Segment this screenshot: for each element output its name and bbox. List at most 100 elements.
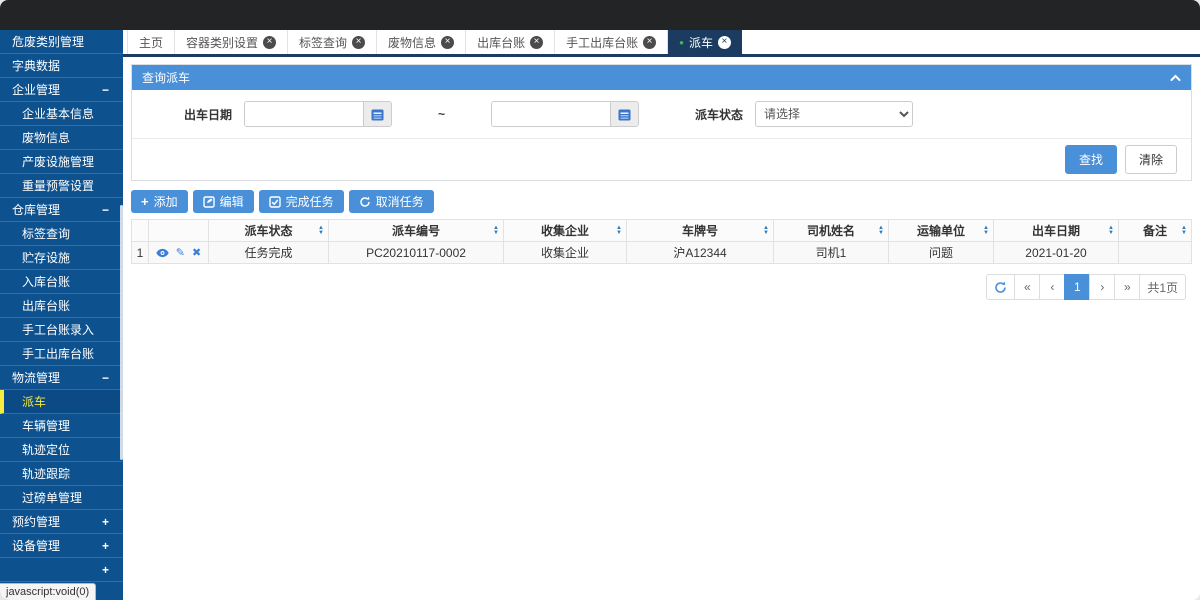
close-icon[interactable]: ×: [441, 36, 454, 49]
sidebar-item-label-query[interactable]: 标签查询: [0, 222, 123, 246]
sidebar-group-logistics[interactable]: 物流管理−: [0, 366, 123, 390]
cell-collect-company: 收集企业: [504, 242, 627, 264]
header-driver-name[interactable]: 司机姓名▲▼: [774, 220, 889, 242]
tab-container-category[interactable]: 容器类别设置×: [175, 30, 288, 54]
sort-icon[interactable]: ▲▼: [878, 226, 884, 236]
sort-icon[interactable]: ▲▼: [1181, 226, 1187, 236]
date-label: 出车日期: [184, 106, 232, 123]
sort-icon[interactable]: ▲▼: [318, 226, 324, 236]
sort-icon[interactable]: ▲▼: [1108, 226, 1114, 236]
date-from-group: [244, 101, 392, 127]
sort-icon[interactable]: ▲▼: [616, 226, 622, 236]
sort-icon[interactable]: ▲▼: [763, 226, 769, 236]
sidebar-item-vehicle-mgmt[interactable]: 车辆管理: [0, 414, 123, 438]
sidebar-item-manual-ledger-entry[interactable]: 手工台账录入: [0, 318, 123, 342]
date-from-input[interactable]: [245, 102, 363, 126]
chevron-up-icon[interactable]: [1170, 74, 1181, 82]
expand-plus-icon[interactable]: +: [102, 539, 109, 553]
page-next-button[interactable]: ›: [1089, 274, 1115, 300]
sidebar-item-label: 企业管理: [12, 81, 60, 98]
header-collect-company[interactable]: 收集企业▲▼: [504, 220, 627, 242]
sidebar-group-enterprise[interactable]: 企业管理 −: [0, 78, 123, 102]
dispatch-table: 派车状态▲▼ 派车编号▲▼ 收集企业▲▼ 车牌号▲▼ 司机姓名▲▼ 运输单位▲▼…: [131, 219, 1192, 264]
tab-manual-outbound-ledger[interactable]: 手工出库台账 ×: [555, 30, 668, 54]
tab-label: 标签查询: [299, 34, 347, 51]
sidebar-item-track-location[interactable]: 轨迹定位: [0, 438, 123, 462]
grid-toolbar: + 添加 编辑 完成任务 取消任务: [131, 190, 1192, 213]
cell-plate-no: 沪A12344: [627, 242, 774, 264]
sidebar-item-hazard-category[interactable]: 危废类别管理: [0, 30, 123, 54]
sidebar-item-enterprise-info[interactable]: 企业基本信息: [0, 102, 123, 126]
plus-icon: +: [141, 194, 149, 209]
refresh-button[interactable]: [986, 274, 1015, 300]
sidebar-item-storage-facility[interactable]: 贮存设施: [0, 246, 123, 270]
sidebar-item-dictionary[interactable]: 字典数据: [0, 54, 123, 78]
sidebar-item-label: 派车: [22, 393, 46, 410]
sidebar-item-label: 预约管理: [12, 513, 60, 530]
header-dispatch-status[interactable]: 派车状态▲▼: [209, 220, 329, 242]
date-to-input[interactable]: [492, 102, 610, 126]
sidebar-item-dispatch-active[interactable]: 派车: [0, 390, 123, 414]
close-icon[interactable]: ×: [718, 36, 731, 49]
sidebar-group-reservation[interactable]: 预约管理 +: [0, 510, 123, 534]
tab-waste-info[interactable]: 废物信息×: [377, 30, 466, 54]
page-last-button[interactable]: »: [1114, 274, 1140, 300]
close-icon[interactable]: ×: [352, 36, 365, 49]
sidebar-item-manual-outbound-ledger[interactable]: 手工出库台账: [0, 342, 123, 366]
tab-label: 手工出库台账: [566, 34, 638, 51]
sidebar-item-waste-facility[interactable]: 产废设施管理: [0, 150, 123, 174]
active-dot-icon: ●: [679, 38, 684, 47]
panel-title: 查询派车: [142, 69, 190, 86]
page-number-button[interactable]: 1: [1064, 274, 1090, 300]
edit-pencil-icon[interactable]: ✎: [176, 246, 185, 259]
sidebar-item-weight-warning[interactable]: 重量预警设置: [0, 174, 123, 198]
calendar-icon[interactable]: [363, 102, 391, 126]
header-transport-unit[interactable]: 运输单位▲▼: [889, 220, 994, 242]
search-button[interactable]: 查找: [1065, 145, 1117, 174]
sidebar-group-warehouse[interactable]: 仓库管理−: [0, 198, 123, 222]
expand-plus-icon[interactable]: +: [102, 563, 109, 577]
header-plate-no[interactable]: 车牌号▲▼: [627, 220, 774, 242]
calendar-icon[interactable]: [610, 102, 638, 126]
complete-task-button[interactable]: 完成任务: [259, 190, 344, 213]
sidebar-item-outbound-ledger[interactable]: 出库台账: [0, 294, 123, 318]
close-icon[interactable]: ×: [643, 36, 656, 49]
close-icon[interactable]: ×: [263, 36, 276, 49]
tab-outbound-ledger[interactable]: 出库台账×: [466, 30, 555, 54]
page-prev-button[interactable]: ‹: [1039, 274, 1065, 300]
tab-label-query[interactable]: 标签查询 ×: [288, 30, 377, 54]
header-actions: [149, 220, 209, 242]
sidebar-group-partial[interactable]: +: [0, 558, 123, 582]
tab-label: 派车: [689, 34, 713, 51]
sidebar-item-label: 手工台账录入: [22, 321, 94, 338]
sidebar-item-label: 车辆管理: [22, 417, 70, 434]
collapse-minus-icon[interactable]: −: [102, 83, 109, 97]
sort-icon[interactable]: ▲▼: [493, 226, 499, 236]
page-first-button[interactable]: «: [1014, 274, 1040, 300]
header-dispatch-no[interactable]: 派车编号▲▼: [329, 220, 504, 242]
view-eye-icon[interactable]: [156, 248, 169, 258]
sidebar-item-label: 重量预警设置: [22, 177, 94, 194]
edit-button[interactable]: 编辑: [193, 190, 254, 213]
tab-home[interactable]: 主页: [127, 30, 175, 54]
expand-plus-icon[interactable]: +: [102, 515, 109, 529]
sort-icon[interactable]: ▲▼: [983, 226, 989, 236]
table-row[interactable]: 1 ✎ ✖ 任务完成 PC20210117-0002 收集企业 沪A12344 …: [132, 242, 1192, 264]
collapse-minus-icon[interactable]: −: [102, 371, 109, 385]
cancel-task-button[interactable]: 取消任务: [349, 190, 434, 213]
tab-dispatch-active[interactable]: ● 派车 ×: [668, 30, 742, 54]
clear-button[interactable]: 清除: [1125, 145, 1177, 174]
header-depart-date[interactable]: 出车日期▲▼: [994, 220, 1119, 242]
sidebar-item-weighbridge[interactable]: 过磅单管理: [0, 486, 123, 510]
sidebar-item-inbound-ledger[interactable]: 入库台账: [0, 270, 123, 294]
delete-x-icon[interactable]: ✖: [192, 246, 201, 259]
sidebar-item-waste-info[interactable]: 废物信息: [0, 126, 123, 150]
add-button[interactable]: + 添加: [131, 190, 188, 213]
collapse-minus-icon[interactable]: −: [102, 203, 109, 217]
header-remark[interactable]: 备注▲▼: [1119, 220, 1192, 242]
close-icon[interactable]: ×: [530, 36, 543, 49]
sidebar-group-equipment[interactable]: 设备管理+: [0, 534, 123, 558]
sidebar-item-label: 贮存设施: [22, 249, 70, 266]
dispatch-status-select[interactable]: 请选择: [755, 101, 913, 127]
sidebar-item-track-follow[interactable]: 轨迹跟踪: [0, 462, 123, 486]
